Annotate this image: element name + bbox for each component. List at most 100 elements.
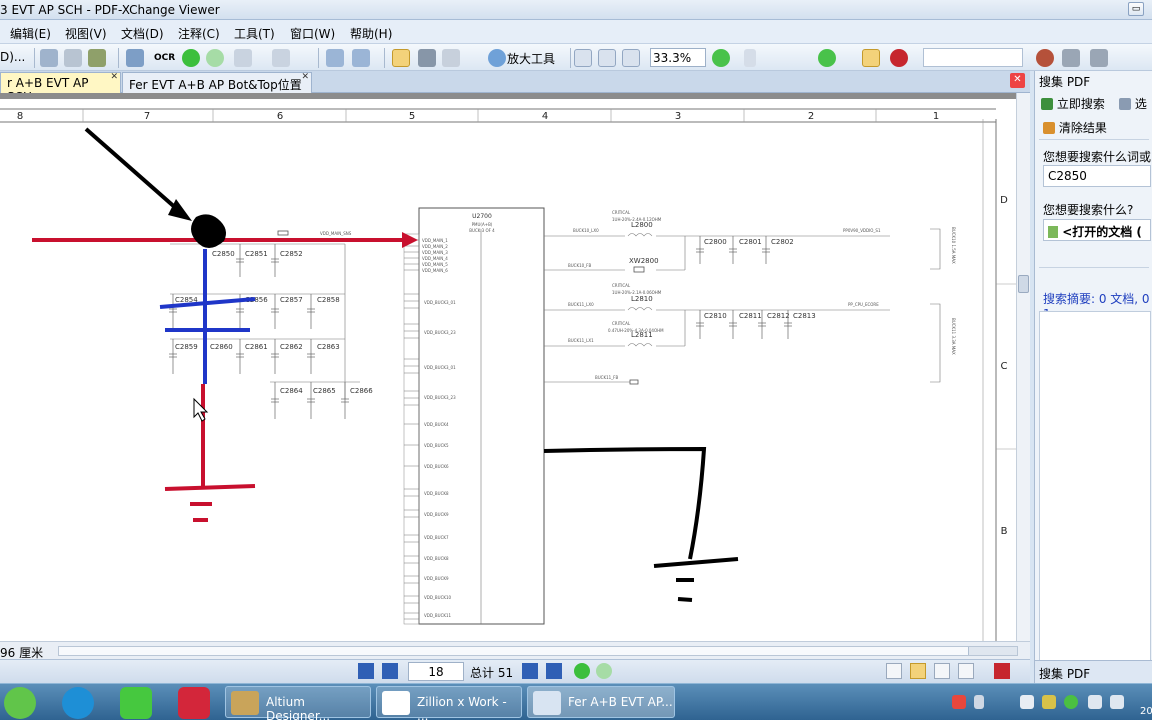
zoom-level-field[interactable]: 33.3% — [650, 48, 706, 67]
inductor-ref: L2810 — [631, 295, 653, 303]
zoom-in-icon[interactable] — [818, 49, 836, 67]
last-page-icon[interactable] — [546, 663, 562, 679]
browser-icon[interactable] — [62, 687, 94, 719]
chat-app-icon[interactable] — [120, 687, 152, 719]
ocr-button[interactable]: OCR — [154, 53, 175, 63]
fit-page-icon[interactable] — [598, 49, 616, 67]
search-now-button[interactable]: 立即搜索 — [1041, 95, 1105, 112]
actual-size-icon[interactable] — [574, 49, 592, 67]
next-page-icon[interactable] — [522, 663, 538, 679]
forward-icon[interactable] — [182, 49, 200, 67]
security-icon[interactable] — [1042, 695, 1056, 709]
taskbar-pdf-viewer[interactable]: Fer A+B EVT AP... — [527, 686, 675, 718]
zoom-tool-label[interactable]: 放大工具 — [507, 50, 555, 67]
volume-icon[interactable] — [1110, 695, 1124, 709]
stamp-icon[interactable] — [1090, 49, 1108, 67]
close-icon[interactable]: ✕ — [110, 72, 118, 82]
title-bar: 3 EVT AP SCH - PDF-XChange Viewer ▭ — [0, 0, 1152, 20]
network-icon[interactable] — [1088, 695, 1102, 709]
net-label: PP_CPU_ECORE — [848, 302, 879, 307]
inductor-flag: CRITICAL — [612, 210, 631, 215]
menu-document[interactable]: 文档(D) — [121, 25, 164, 42]
menu-view[interactable]: 视图(V) — [65, 25, 107, 42]
inductor-ref: L2800 — [631, 221, 653, 229]
net-label: BUCK11_LX0 — [568, 302, 594, 307]
snapshot-icon[interactable] — [418, 49, 436, 67]
previous-page-icon[interactable] — [382, 663, 398, 679]
row-label: B — [1001, 526, 1008, 537]
print-icon[interactable] — [64, 49, 82, 67]
column-label: 5 — [409, 111, 415, 122]
menu-comment[interactable]: 注释(C) — [178, 25, 220, 42]
close-icon[interactable]: ✕ — [301, 72, 309, 82]
facing-page-icon[interactable] — [934, 663, 950, 679]
tab-evt-ap-sch[interactable]: r A+B EVT AP SCH ✕ — [0, 72, 121, 104]
scroll-thumb[interactable] — [1018, 275, 1029, 293]
tab-bot-top-position[interactable]: Fer EVT A+B AP Bot&Top位置 ✕ — [122, 72, 312, 93]
paste-icon[interactable] — [352, 49, 370, 67]
pin-label: VDD_BUCK8 — [424, 556, 449, 561]
zoom-tool-icon[interactable] — [488, 49, 506, 67]
page-number-input[interactable]: 18 — [408, 662, 464, 681]
start-orb-icon[interactable] — [4, 687, 36, 719]
fit-width-icon[interactable] — [622, 49, 640, 67]
menu-window[interactable]: 窗口(W) — [290, 25, 335, 42]
update-icon[interactable] — [1064, 695, 1078, 709]
taskbar-zillion-work[interactable]: Zillion x Work - ... — [376, 686, 522, 720]
pin-label: VDD_MAIN_6 — [422, 268, 448, 273]
ime-settings-icon[interactable] — [974, 695, 984, 709]
close-panel-icon[interactable]: ✕ — [1010, 73, 1025, 88]
horizontal-scrollbar[interactable] — [58, 646, 1018, 656]
search-panel-tab[interactable]: 搜集 PDF — [1035, 660, 1152, 683]
cap-ref: C2811 — [739, 312, 762, 320]
scan-icon[interactable] — [88, 49, 106, 67]
acrobat-icon[interactable] — [890, 49, 908, 67]
hand-tool-icon[interactable] — [392, 49, 410, 67]
zoom-out-icon[interactable] — [712, 49, 730, 67]
open-dropdown[interactable]: D)... — [0, 50, 25, 64]
clear-results-label: 清除结果 — [1058, 121, 1107, 135]
acrobat-export-icon[interactable] — [994, 663, 1010, 679]
search-scope-select[interactable]: <打开的文档 ( — [1043, 219, 1151, 241]
minimize-button[interactable]: ▭ — [1128, 2, 1144, 16]
pin-label: VDD_BUCK3_01 — [424, 300, 456, 305]
undo-icon[interactable] — [234, 49, 252, 67]
search-results-list[interactable] — [1039, 311, 1151, 661]
bug-icon[interactable] — [1036, 49, 1054, 67]
redo-icon[interactable] — [272, 49, 290, 67]
search-options-button[interactable]: 选 — [1119, 95, 1147, 112]
toolbar-search-field[interactable] — [923, 48, 1023, 67]
continuous-page-icon[interactable] — [910, 663, 926, 679]
document-view[interactable]: 8 7 6 5 4 3 2 1 D C B U2700 PMU(A+B) BUC… — [0, 93, 1030, 641]
first-page-icon[interactable] — [358, 663, 374, 679]
vertical-scrollbar[interactable] — [1016, 93, 1030, 641]
sogou-ime-icon[interactable] — [952, 695, 966, 709]
menu-tools[interactable]: 工具(T) — [234, 25, 275, 42]
taskbar-altium-designer[interactable]: Altium Designer... — [225, 686, 371, 720]
cap-ref: C2800 — [704, 238, 727, 246]
properties-icon[interactable] — [126, 49, 144, 67]
clear-results-button[interactable]: 清除结果 — [1043, 119, 1107, 136]
notification-icon[interactable] — [1020, 695, 1034, 709]
save-icon[interactable] — [40, 49, 58, 67]
copy-icon[interactable] — [326, 49, 344, 67]
net-label: PP0V90_VDDIO_S1 — [843, 228, 881, 233]
eraser-icon[interactable] — [1062, 49, 1080, 67]
menu-edit[interactable]: 编辑(E) — [10, 25, 51, 42]
cap-ref: C2866 — [350, 387, 373, 395]
zoom-slider-icon[interactable] — [744, 49, 756, 67]
pin-label: VDD_BUCK10 — [424, 595, 452, 600]
history-forward-icon[interactable] — [596, 663, 612, 679]
single-page-icon[interactable] — [886, 663, 902, 679]
menu-help[interactable]: 帮助(H) — [350, 25, 392, 42]
select-text-icon[interactable] — [442, 49, 460, 67]
red-app-icon[interactable] — [178, 687, 210, 719]
horizontal-scroll-thumb[interactable] — [59, 647, 969, 655]
continuous-facing-icon[interactable] — [958, 663, 974, 679]
back-icon[interactable] — [206, 49, 224, 67]
search-term-input[interactable]: C2850 — [1043, 165, 1151, 187]
cap-ref: C2801 — [739, 238, 762, 246]
net-label: BUCK10_LX0 — [573, 228, 599, 233]
view-toggle-icon[interactable] — [862, 49, 880, 67]
history-back-icon[interactable] — [574, 663, 590, 679]
